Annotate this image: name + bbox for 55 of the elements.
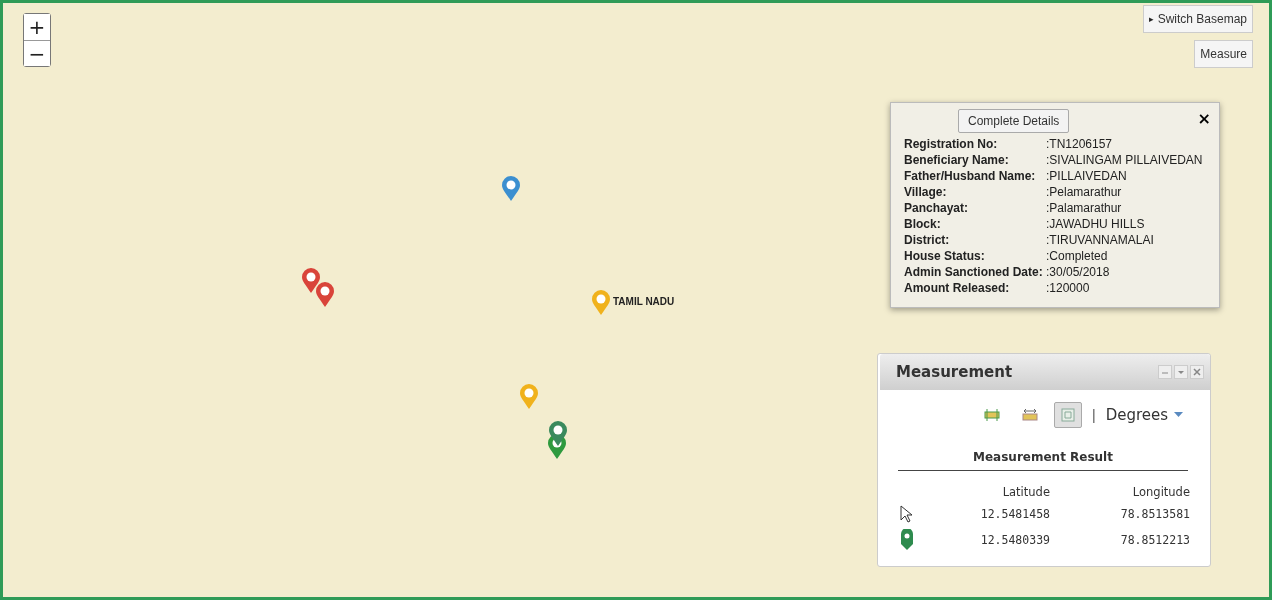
minimize-button[interactable]	[1158, 365, 1172, 379]
field-label: Registration No:	[904, 137, 999, 151]
map-grid-icon	[1061, 408, 1075, 422]
area-ruler-icon	[984, 408, 1000, 422]
measure-button[interactable]: Measure	[1194, 40, 1253, 68]
location-tool-button[interactable]	[1054, 402, 1082, 428]
field-value: :120000	[1046, 281, 1091, 295]
map-pin-icon[interactable]	[301, 268, 321, 294]
collapse-button[interactable]	[1174, 365, 1188, 379]
table-cell-text: 78.8513581	[1119, 507, 1190, 521]
table-cell-text: 12.5480339	[979, 533, 1050, 547]
caret-icon	[1177, 368, 1185, 376]
column-header: Latitude	[1001, 485, 1050, 499]
caret-icon	[1174, 412, 1184, 418]
field-label: Village:	[904, 185, 948, 199]
field-label: Admin Sanctioned Date:	[904, 265, 1044, 279]
field-value: :Pelamarathur	[1046, 185, 1123, 199]
switch-basemap-button[interactable]: ▸ Switch Basemap	[1142, 5, 1253, 33]
field-value: :TN1206157	[1046, 137, 1114, 151]
field-label: District:	[904, 233, 951, 247]
field-value: :SIVALINGAM PILLAIVEDAN	[1046, 153, 1204, 167]
distance-ruler-icon	[1022, 408, 1038, 422]
column-header: Longitude	[1131, 485, 1190, 499]
cursor-icon	[900, 505, 912, 523]
field-value: :Palamarathur	[1046, 201, 1123, 215]
panel-title: Measurement	[896, 363, 1013, 381]
field-value: :TIRUVANNAMALAI	[1046, 233, 1155, 247]
map-pin-icon[interactable]	[591, 290, 611, 316]
field-label: Beneficiary Name:	[904, 153, 1010, 167]
map-pin-icon[interactable]	[519, 384, 539, 410]
field-label: House Status:	[904, 249, 986, 263]
map-pin-icon[interactable]	[501, 176, 521, 202]
map-pin-icon[interactable]	[315, 282, 335, 308]
zoom-out-button[interactable]: −	[24, 40, 50, 66]
field-label: Father/Husband Name:	[904, 169, 1037, 183]
place-label: TAMIL NADU	[613, 296, 675, 307]
field-value: :30/05/2018	[1046, 265, 1111, 279]
field-value: :JAWADHU HILLS	[1046, 217, 1146, 231]
unit-dropdown[interactable]: Degrees	[1105, 406, 1184, 424]
close-button[interactable]	[1190, 365, 1204, 379]
table-cell-text: 12.5481458	[979, 507, 1050, 521]
separator: |	[1092, 407, 1096, 423]
map-canvas[interactable]	[0, 0, 1272, 600]
table-cell-text: 78.8512213	[1119, 533, 1190, 547]
field-label: Amount Released:	[904, 281, 1011, 295]
map-pin-icon[interactable]	[548, 421, 568, 447]
close-icon	[1193, 368, 1201, 376]
field-label: Block:	[904, 217, 942, 231]
field-value: :Completed	[1046, 249, 1109, 263]
complete-details-button[interactable]: Complete Details	[958, 109, 1070, 133]
result-title: Measurement Result	[898, 450, 1188, 471]
close-button[interactable]: ×	[1197, 109, 1211, 128]
map-pin-icon	[900, 529, 914, 551]
field-value: :PILLAIVEDAN	[1046, 169, 1128, 183]
field-label: Panchayat:	[904, 201, 970, 215]
